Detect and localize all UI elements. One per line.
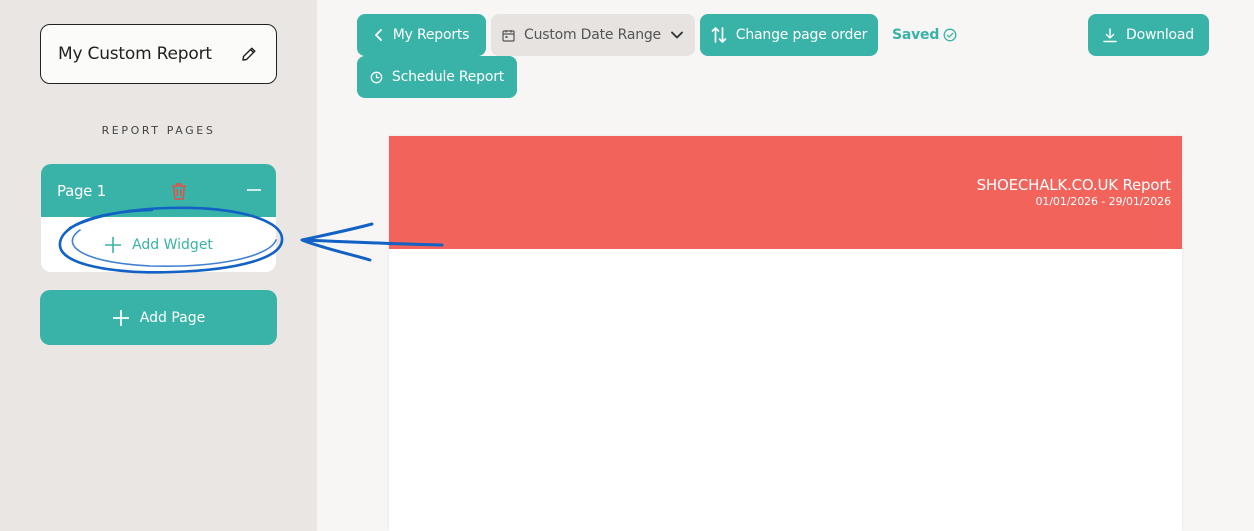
check-circle-icon: [943, 28, 957, 42]
page-card: Page 1 Add Widget: [41, 164, 276, 272]
my-reports-button[interactable]: My Reports: [357, 14, 486, 56]
report-canvas: SHOECHALK.CO.UK Report 01/01/2026 - 29/0…: [389, 136, 1182, 531]
date-range-label: Custom Date Range: [524, 27, 661, 43]
chevron-down-icon: [671, 31, 683, 39]
change-page-order-button[interactable]: Change page order: [700, 14, 878, 56]
pencil-icon[interactable]: [240, 45, 258, 63]
add-widget-button[interactable]: Add Widget: [41, 217, 276, 272]
calendar-icon: [502, 29, 515, 42]
report-name-text: My Custom Report: [58, 44, 212, 64]
report-title: SHOECHALK.CO.UK Report: [976, 176, 1172, 194]
report-banner: SHOECHALK.CO.UK Report 01/01/2026 - 29/0…: [389, 136, 1182, 249]
download-button[interactable]: Download: [1088, 14, 1209, 56]
download-label: Download: [1126, 27, 1194, 43]
page-title: Page 1: [57, 181, 106, 200]
saved-label: Saved: [892, 27, 940, 43]
sort-arrows-icon: [711, 27, 727, 43]
report-date-range: 01/01/2026 - 29/01/2026: [1035, 195, 1172, 208]
chevron-left-icon: [374, 29, 382, 41]
change-page-order-label: Change page order: [735, 27, 868, 43]
date-range-dropdown[interactable]: Custom Date Range: [491, 14, 695, 56]
page-header[interactable]: Page 1: [41, 164, 276, 217]
add-page-label: Add Page: [139, 309, 206, 326]
download-icon: [1103, 27, 1117, 42]
saved-status: Saved: [892, 26, 957, 44]
add-page-button[interactable]: Add Page: [40, 290, 277, 345]
sidebar: My Custom Report REPORT PAGES Page 1 Add…: [0, 0, 317, 531]
plus-icon: [112, 309, 130, 327]
my-reports-label: My Reports: [392, 27, 470, 43]
report-name-field[interactable]: My Custom Report: [40, 24, 277, 84]
report-pages-heading: REPORT PAGES: [101, 124, 216, 137]
trash-icon[interactable]: [170, 181, 188, 201]
plus-icon: [104, 236, 122, 254]
add-widget-label: Add Widget: [132, 236, 213, 253]
schedule-report-button[interactable]: Schedule Report: [357, 56, 517, 98]
clock-icon: [370, 71, 383, 83]
schedule-report-label: Schedule Report: [391, 69, 505, 85]
collapse-icon[interactable]: [244, 180, 264, 200]
